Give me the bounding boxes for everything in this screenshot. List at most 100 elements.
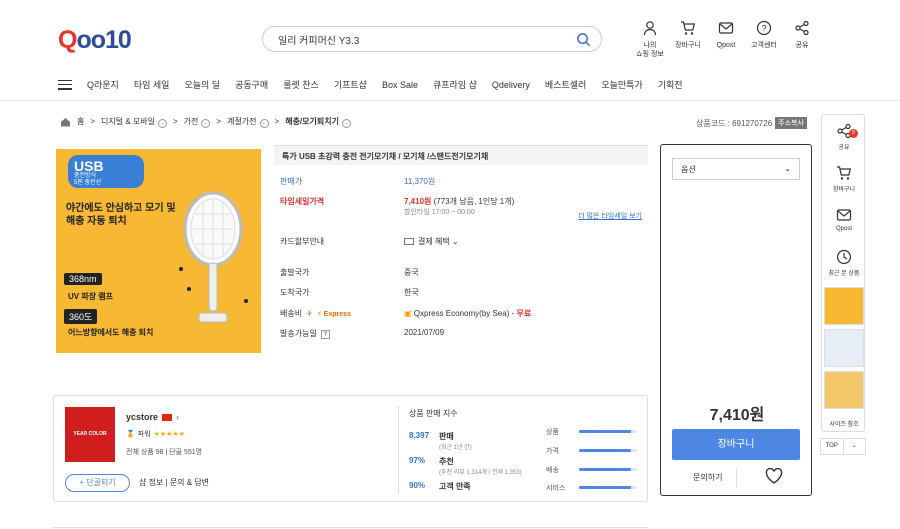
cart-icon xyxy=(837,166,852,180)
rating-bar-track xyxy=(579,468,637,471)
header: Qoo10 일리 커피머신 Y3.3 나의 쇼핑 정보 장바구니 Qpost ?… xyxy=(0,0,900,101)
help-icon[interactable]: ? xyxy=(320,330,330,339)
metric-label: 추천 xyxy=(439,457,454,466)
chevron-down-icon[interactable]: ⌄ xyxy=(842,439,866,454)
option-placeholder: 옵션 xyxy=(681,165,696,174)
home-icon[interactable] xyxy=(60,117,71,127)
nav-item-qprime[interactable]: 큐프라임 샵 xyxy=(433,78,477,91)
nav-item-timesale[interactable]: 타임 세일 xyxy=(134,78,170,91)
seller-stats: 전체 상품 98 | 단골 551명 xyxy=(126,449,203,456)
share-button[interactable]: 공유 xyxy=(786,20,818,59)
seller-name-row[interactable]: ycstore › xyxy=(126,412,179,422)
nav-item-qlounge[interactable]: Q라운지 xyxy=(87,78,119,91)
sidebar-size-ref[interactable]: 사이즈 참조 xyxy=(822,419,866,428)
medal-icon: 🏅 xyxy=(126,431,135,438)
nav-item-groupbuy[interactable]: 공동구매 xyxy=(235,78,268,91)
search-bar[interactable]: 일리 커피머신 Y3.3 xyxy=(262,26,602,52)
rating-bar-fill xyxy=(579,449,632,452)
share-badge: 8 xyxy=(849,129,858,138)
add-to-cart-button[interactable]: 장바구니 xyxy=(672,429,800,460)
breadcrumb-item-digital[interactable]: 디지털 & 모바일 ⌄ xyxy=(101,116,167,128)
seller-grade-label: 파워 xyxy=(137,431,151,438)
sidebar-qpost[interactable]: Qpost xyxy=(822,207,866,232)
mail-icon xyxy=(718,22,734,34)
menu-icon[interactable] xyxy=(58,79,72,90)
help-button[interactable]: ? 고객센터 xyxy=(748,20,780,59)
rating-bar-label: 상품 xyxy=(546,429,559,436)
nav-item-qdelivery[interactable]: Qdelivery xyxy=(492,80,530,90)
image-sub-360: 어느방향에서도 해충 퇴치 xyxy=(68,328,154,337)
product-code-text: 상품코드 : 691270726 xyxy=(696,118,773,128)
racket-illustration xyxy=(179,191,248,323)
my-shopping-button[interactable]: 나의 쇼핑 정보 xyxy=(634,20,666,59)
breadcrumb-item-appliance[interactable]: 가전 ⌄ xyxy=(184,116,211,128)
rating-bar-label: 배송 xyxy=(546,467,559,474)
sidebar-recent-label: 최근 본 상품 xyxy=(828,271,860,277)
shipping-free: 무료 xyxy=(516,309,532,318)
chevron-down-icon: ⌄ xyxy=(259,118,269,128)
sidebar-qpost-label: Qpost xyxy=(835,226,852,232)
rating-bar-fill xyxy=(579,486,632,489)
origin-label: 출발국가 xyxy=(280,268,310,277)
nav-item-todayspecial[interactable]: 오늘만특가 xyxy=(601,78,642,91)
chevron-down-icon: ⌄ xyxy=(784,164,791,173)
list-price-value: 11,370원 xyxy=(404,177,436,186)
card-icon xyxy=(404,238,414,246)
breadcrumb-item-seasonal[interactable]: 계절가전 ⌄ xyxy=(227,116,269,128)
breadcrumb-home[interactable]: 홈 xyxy=(77,116,84,127)
recent-item-thumb[interactable] xyxy=(824,287,864,325)
breadcrumb-label: 디지털 & 모바일 xyxy=(101,117,155,126)
card-benefit[interactable]: 결제 혜택 ⌄ xyxy=(404,236,648,247)
quick-sidebar: 8 공유 장바구니 Qpost 최근 본 상품 사이즈 참조 xyxy=(821,114,865,432)
nav-item-roulette[interactable]: 룰렛 찬스 xyxy=(283,78,319,91)
recent-item-thumb[interactable] xyxy=(824,329,864,367)
avail-label: 발송가능일 xyxy=(280,329,317,338)
top-icons: 나의 쇼핑 정보 장바구니 Qpost ? 고객센터 공유 xyxy=(634,20,818,59)
more-timesale-link[interactable]: 더 많은 타임세일 보기 xyxy=(578,213,642,220)
svg-text:?: ? xyxy=(761,24,766,34)
logo-q: Q xyxy=(58,26,77,54)
search-icon[interactable] xyxy=(576,32,591,47)
sidebar-cart-label: 장바구니 xyxy=(832,187,856,193)
rating-bar-fill xyxy=(579,430,632,433)
cart-button[interactable]: 장바구니 xyxy=(672,20,704,59)
option-select[interactable]: 옵션 ⌄ xyxy=(672,158,800,180)
heart-icon[interactable] xyxy=(765,468,783,484)
nav-item-bestseller[interactable]: 베스트셀러 xyxy=(545,78,586,91)
card-value: 결제 혜택 xyxy=(418,237,450,246)
top-button[interactable]: TOP xyxy=(821,439,843,454)
nav-item-boxsale[interactable]: Box Sale xyxy=(382,80,418,90)
follow-button[interactable]: + 단골되기 xyxy=(65,474,130,492)
divider xyxy=(736,469,737,487)
sidebar-cart[interactable]: 장바구니 xyxy=(822,165,866,193)
nav-item-giftshop[interactable]: 기프트샵 xyxy=(334,78,367,91)
sidebar-share[interactable]: 8 공유 xyxy=(822,123,866,151)
avail-row: 발송가능일? 2021/07/09 xyxy=(280,328,648,339)
total-price: 7,410원 xyxy=(709,407,765,424)
breadcrumb-item-mosquito[interactable]: 해충/모기퇴치기 ⌄ xyxy=(285,116,351,128)
rating-bar-track xyxy=(579,486,637,489)
recent-item-thumb[interactable] xyxy=(824,371,864,409)
metric-sub: (추천 리뷰 1,314개 / 전체 1,353) xyxy=(439,470,522,476)
shipping-row: 배송비 ✈ ⚡ Express ▣ Qxpress Economy(by Sea) … xyxy=(280,308,648,319)
inquiry-button[interactable]: 문의하기 xyxy=(693,472,722,483)
china-flag-icon xyxy=(162,413,173,421)
seller-stars: ★★★★★ xyxy=(153,431,185,438)
qpost-button[interactable]: Qpost xyxy=(710,20,742,59)
usb-badge: USB 충전방식 5핀 충전선 xyxy=(68,155,144,188)
breadcrumb: 홈 > 디지털 & 모바일 ⌄ > 가전 ⌄ > 계절가전 ⌄ > 해충/모기퇴치기 ⌄ xyxy=(60,116,351,128)
metric-sub: (최근 1년 간) xyxy=(439,445,472,451)
nav-item-planned[interactable]: 기획전 xyxy=(658,78,683,91)
metric-num: 97% xyxy=(409,456,426,465)
seller-logo[interactable]: YEAR COLOR xyxy=(65,407,115,462)
logo[interactable]: Qoo10 xyxy=(58,25,132,55)
search-input[interactable]: 일리 커피머신 Y3.3 xyxy=(278,32,576,47)
product-image[interactable]: USB 충전방식 5핀 충전선 야간에도 안심하고 모기 및 해충 자동 퇴치 36… xyxy=(56,149,261,353)
nav-item-todaydeal[interactable]: 오늘의 딜 xyxy=(184,78,220,91)
more-sale-row: 더 많은 타임세일 보기 xyxy=(280,211,648,221)
seller-links[interactable]: 샵 정보 | 문의 & 답변 xyxy=(139,477,209,488)
copy-url-button[interactable]: 주소복사 xyxy=(775,117,807,129)
sidebar-recent[interactable]: 최근 본 상품 xyxy=(822,249,866,277)
clock-icon xyxy=(836,249,852,265)
image-headline: 야간에도 안심하고 모기 및 해충 자동 퇴치 xyxy=(66,203,176,227)
